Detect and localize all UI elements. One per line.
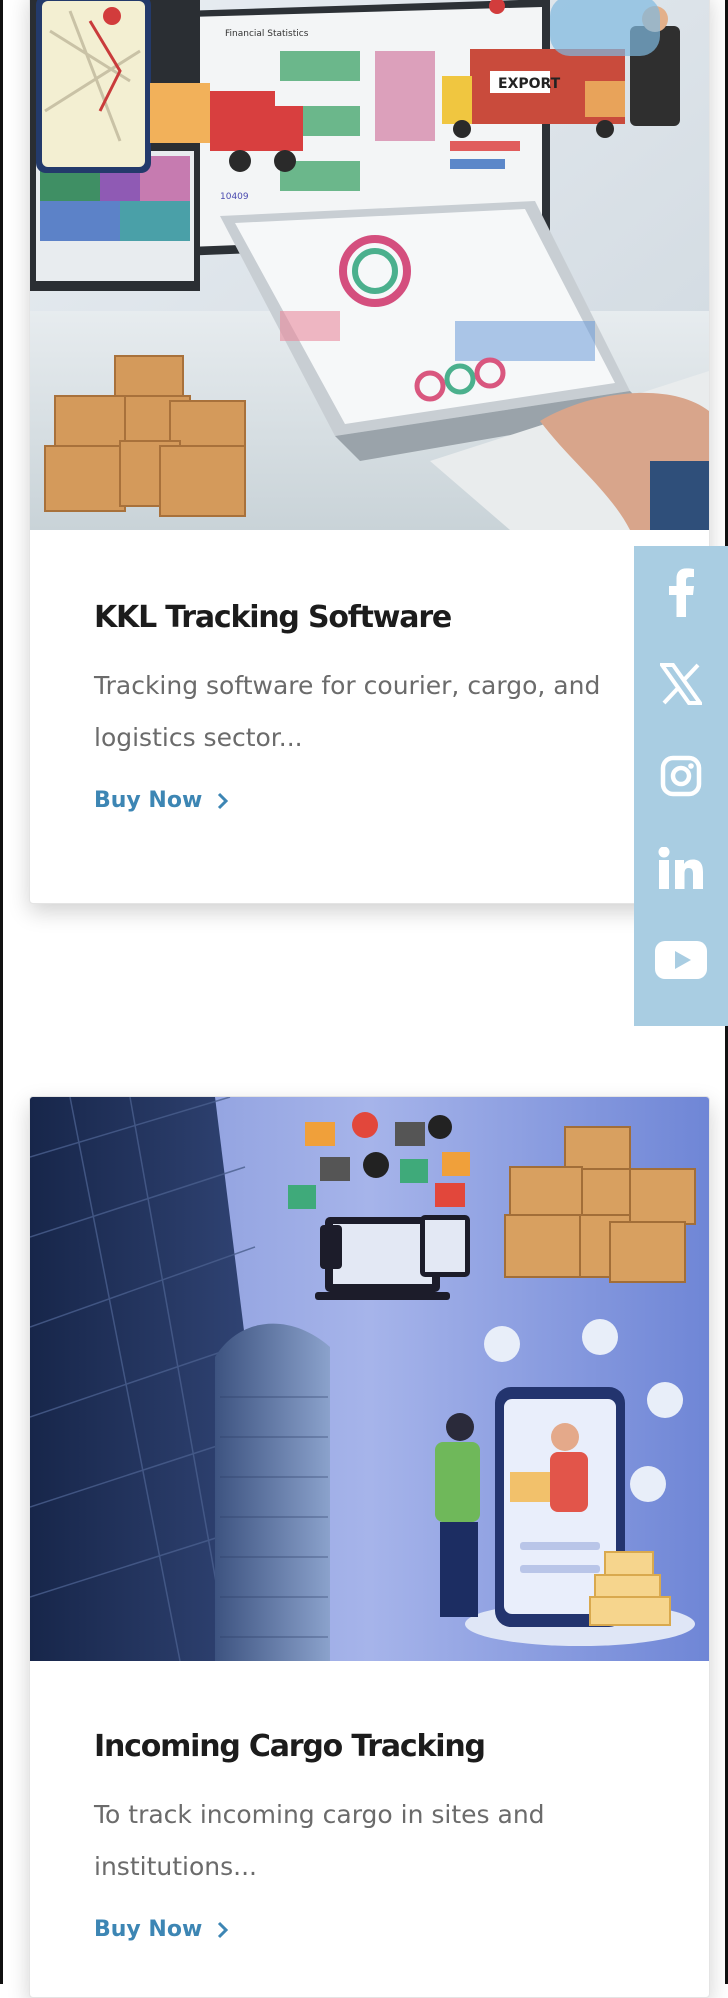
instagram-icon (660, 755, 702, 797)
buy-now-label: Buy Now (94, 788, 203, 813)
buy-now-label: Buy Now (94, 1917, 203, 1942)
product-title: KKL Tracking Software (94, 600, 452, 635)
left-edge-strip (0, 0, 3, 1984)
x-link[interactable] (634, 638, 728, 730)
product-description: Tracking software for courier, cargo, an… (94, 660, 654, 764)
screen-heading-text: Financial Statistics (225, 29, 309, 39)
youtube-icon (655, 941, 707, 979)
facebook-link[interactable] (634, 546, 728, 638)
buy-now-link[interactable]: Buy Now (94, 1917, 230, 1942)
description-line-2: institutions... (94, 1852, 257, 1881)
description-line-2: logistics sector... (94, 723, 303, 752)
product-card-incoming-cargo: Incoming Cargo Tracking To track incomin… (29, 1096, 710, 1998)
export-sign-text: EXPORT (498, 76, 561, 92)
description-line-1: To track incoming cargo in sites and (94, 1800, 545, 1829)
chevron-right-icon (218, 1921, 229, 1938)
facebook-icon (669, 568, 694, 617)
screen-number-text: 10409 (220, 192, 249, 202)
x-icon (660, 663, 702, 705)
product-image-cargo-tracking (30, 1097, 709, 1661)
youtube-link[interactable] (634, 914, 728, 1006)
product-card-kkl-tracking: Financial Statistics EXPORT 10409 KKL Tr… (29, 0, 710, 904)
product-image-tracking-software: Financial Statistics EXPORT 10409 (30, 0, 709, 530)
buy-now-link[interactable]: Buy Now (94, 788, 230, 813)
chevron-right-icon (218, 792, 229, 809)
linkedin-icon (658, 847, 703, 889)
product-title: Incoming Cargo Tracking (94, 1729, 486, 1764)
social-share-bar (634, 546, 728, 1026)
product-description: To track incoming cargo in sites and ins… (94, 1789, 654, 1893)
instagram-link[interactable] (634, 730, 728, 822)
linkedin-link[interactable] (634, 822, 728, 914)
description-line-1: Tracking software for courier, cargo, an… (94, 671, 601, 700)
